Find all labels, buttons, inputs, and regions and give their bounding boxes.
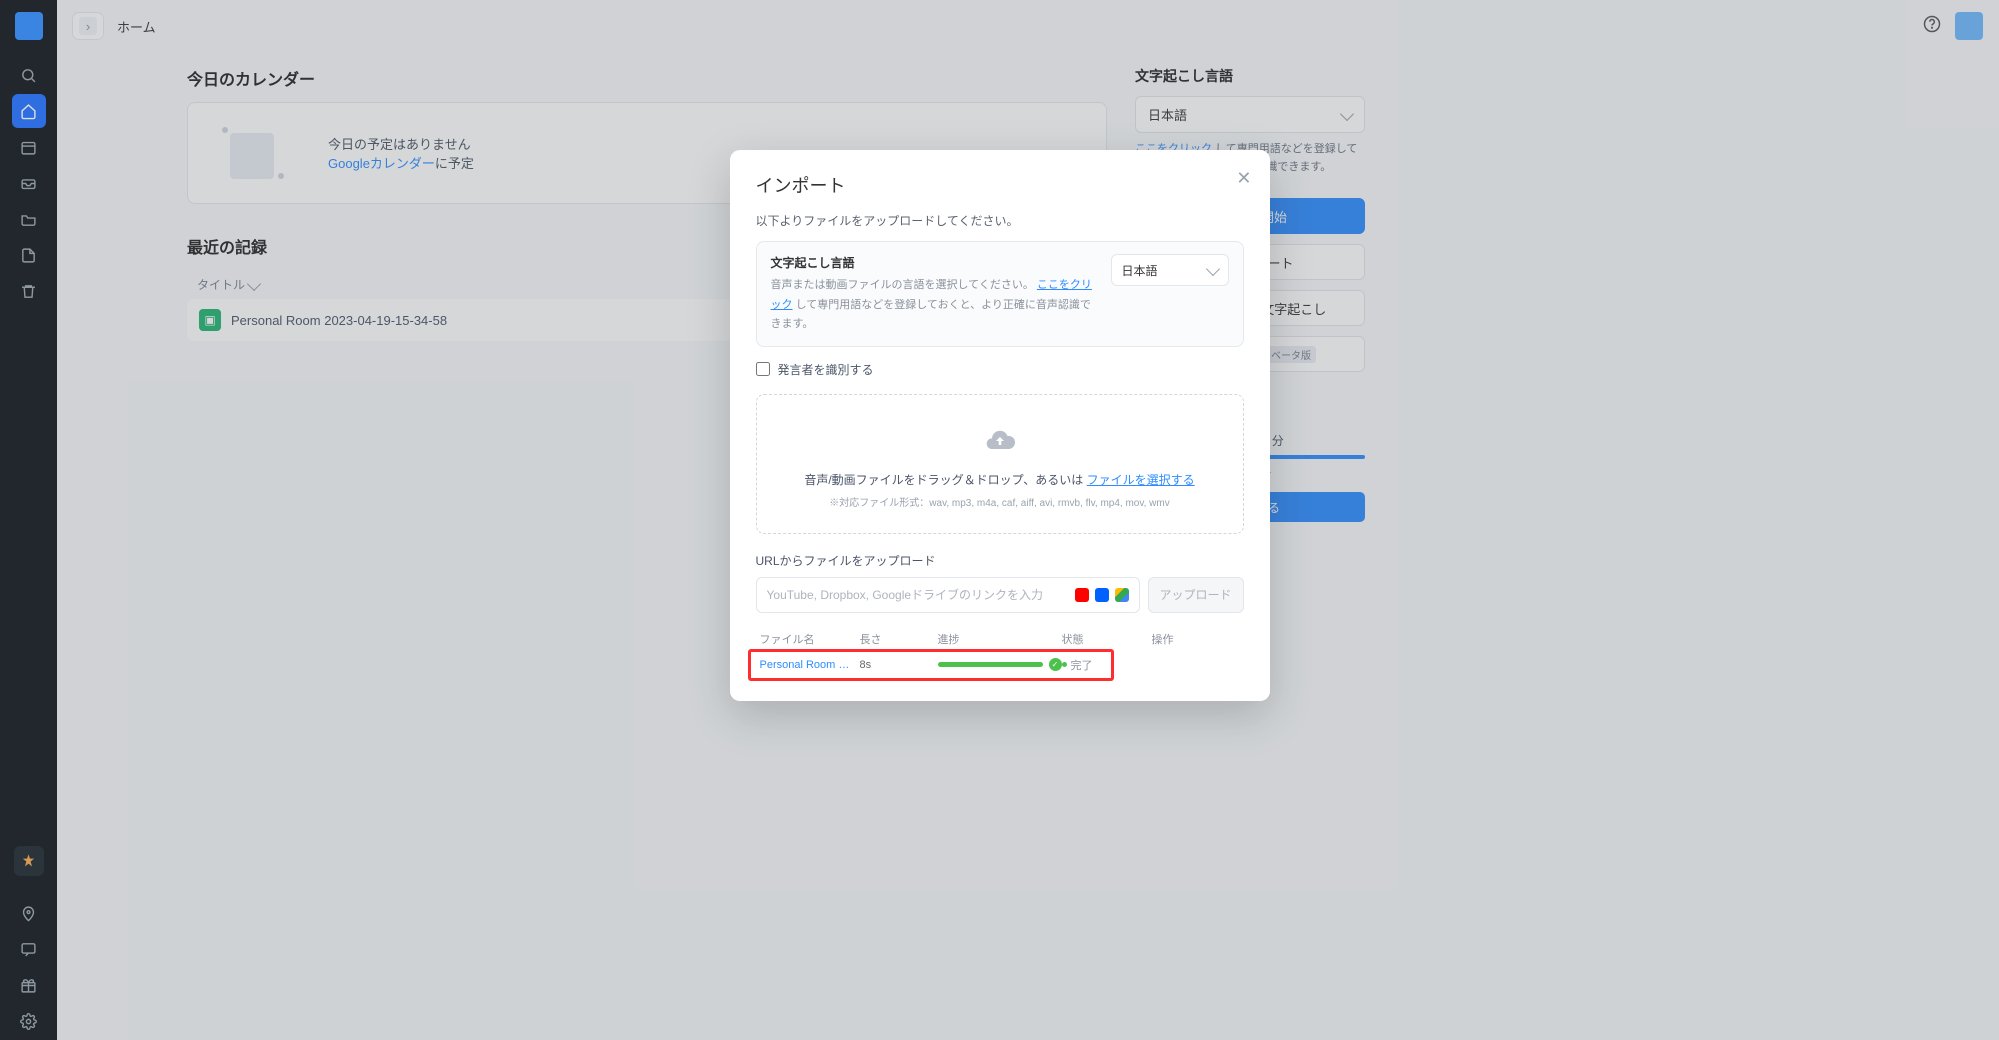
- import-modal: ✕ インポート 以下よりファイルをアップロードしてください。 文字起こし言語 音…: [730, 150, 1270, 701]
- close-icon[interactable]: ✕: [1236, 168, 1251, 189]
- upload-state: 完了: [1062, 657, 1152, 673]
- cloud-upload-icon: [980, 425, 1020, 457]
- upload-filename: Personal Room …: [760, 659, 860, 671]
- url-input-wrap: [756, 577, 1140, 613]
- upload-progress: ✓: [938, 658, 1062, 671]
- upload-button[interactable]: アップロード: [1148, 577, 1244, 613]
- th-state: 状態: [1062, 631, 1152, 647]
- th-length: 長さ: [860, 631, 938, 647]
- speaker-identify-row[interactable]: 発言者を識別する: [756, 361, 1244, 378]
- file-select-link[interactable]: ファイルを選択する: [1087, 473, 1195, 487]
- formats-text: ※対応ファイル形式：wav, mp3, m4a, caf, aiff, avi,…: [767, 494, 1233, 509]
- th-ops: 操作: [1152, 631, 1212, 647]
- modal-lang-label: 文字起こし言語: [771, 254, 1095, 271]
- speaker-label: 発言者を識別する: [778, 361, 874, 378]
- chevron-down-icon: [1208, 263, 1218, 277]
- speaker-checkbox[interactable]: [756, 362, 770, 376]
- url-input[interactable]: [767, 588, 1075, 602]
- modal-lang-desc-a: 音声または動画ファイルの言語を選択してください。: [771, 279, 1034, 291]
- th-progress: 進捗: [938, 631, 1062, 647]
- modal-title: インポート: [756, 172, 1244, 198]
- modal-lang-desc-b: して専門用語などを登録しておくと、より正確に音声認識できます。: [771, 299, 1091, 331]
- modal-language-box: 文字起こし言語 音声または動画ファイルの言語を選択してください。 ここをクリック…: [756, 241, 1244, 347]
- gdrive-icon: [1115, 588, 1129, 602]
- upload-table: ファイル名 長さ 進捗 状態 操作 Personal Room … 8s ✓ 完…: [756, 631, 1244, 677]
- th-file: ファイル名: [760, 631, 860, 647]
- modal-subtitle: 以下よりファイルをアップロードしてください。: [756, 212, 1244, 229]
- check-icon: ✓: [1049, 658, 1062, 671]
- youtube-icon: [1075, 588, 1089, 602]
- url-label: URLからファイルをアップロード: [756, 552, 1244, 569]
- upload-row: Personal Room … 8s ✓ 完了: [756, 653, 1244, 677]
- modal-language-select[interactable]: 日本語: [1111, 254, 1229, 286]
- progress-bar: [938, 662, 1043, 667]
- drop-text: 音声/動画ファイルをドラッグ＆ドロップ、あるいは: [804, 473, 1086, 487]
- upload-length: 8s: [860, 659, 938, 671]
- modal-lang-value: 日本語: [1122, 262, 1158, 279]
- dropbox-icon: [1095, 588, 1109, 602]
- dropzone[interactable]: 音声/動画ファイルをドラッグ＆ドロップ、あるいは ファイルを選択する ※対応ファ…: [756, 394, 1244, 534]
